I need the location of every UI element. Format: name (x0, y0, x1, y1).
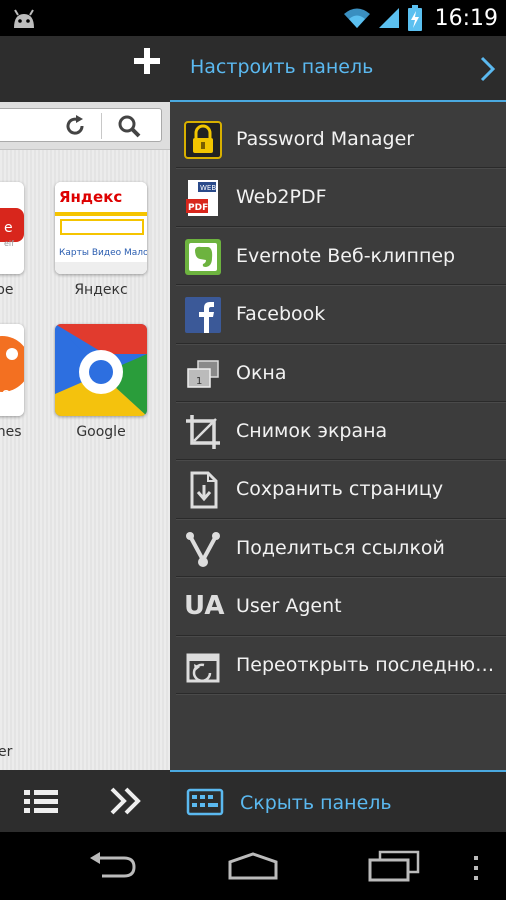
panel-item-user-agent[interactable]: UA User Agent (176, 577, 506, 636)
status-bar: 16:19 (0, 0, 506, 36)
search-icon[interactable] (117, 114, 141, 138)
signal-icon (378, 8, 399, 28)
panel-item-label: Окна (236, 361, 287, 384)
battery-charging-icon (407, 5, 422, 31)
speed-dial-tile-google[interactable] (55, 324, 147, 416)
crop-icon (186, 414, 220, 449)
overflow-menu-icon[interactable] (472, 854, 480, 882)
url-input[interactable] (0, 108, 162, 142)
google-logo-icon (55, 324, 147, 416)
customize-panel: Настроить панель Password Manager WEB PD… (170, 36, 506, 832)
speed-dial-fragment-label: er (0, 744, 13, 760)
tabs-list-icon[interactable] (24, 788, 60, 816)
panel-title: Настроить панель (190, 56, 374, 78)
panel-item-evernote[interactable]: Evernote Веб-клиппер (176, 227, 506, 286)
panel-item-save-page[interactable]: Сохранить страницу (176, 460, 506, 519)
panel-item-screenshot[interactable]: Снимок экрана (176, 402, 506, 461)
url-separator (101, 113, 102, 139)
games-tile-text: es (2, 386, 18, 400)
panel-item-windows[interactable]: 1 Окна (176, 344, 506, 402)
panel-item-label: Снимок экрана (236, 419, 388, 442)
speed-dial-label-yandex: Яндекс (74, 282, 128, 298)
system-nav-bar (0, 832, 506, 900)
home-icon[interactable] (226, 852, 280, 880)
panel-item-label: Facebook (236, 303, 326, 326)
android-icon (14, 9, 34, 28)
save-page-icon (190, 471, 218, 509)
youtube-logo-icon: e elf (0, 182, 24, 274)
svg-text:elf: elf (4, 239, 14, 248)
svg-text:PDF: PDF (188, 203, 208, 213)
user-agent-icon: UA (184, 591, 225, 622)
hide-panel-label: Скрыть панель (240, 792, 392, 814)
panel-item-label: Web2PDF (236, 186, 327, 209)
browser-view: e elf be Яндекс Карты Видео Мало Яндекс (0, 36, 170, 832)
web2pdf-icon: WEB PDF (186, 180, 218, 217)
panel-item-label: Сохранить страницу (236, 478, 444, 501)
panel-item-label: Переоткрыть последнюю... (236, 653, 506, 676)
yandex-links-text: Карты Видео Мало (59, 248, 147, 258)
speed-dial-tile-yandex[interactable]: Яндекс Карты Видео Мало (55, 182, 147, 274)
panel-item-label: Поделиться ссылкой (236, 536, 445, 559)
hide-panel-icon (186, 788, 224, 816)
browser-toolbar (0, 770, 170, 832)
share-icon (186, 531, 220, 567)
speed-dial: e elf be Яндекс Карты Видео Мало Яндекс (0, 150, 170, 770)
hide-panel-button[interactable]: Скрыть панель (170, 770, 506, 832)
browser-tab-bar (0, 36, 170, 102)
games-logo-icon (0, 324, 24, 416)
panel-item-password-manager[interactable]: Password Manager (176, 110, 506, 169)
panel-item-label: Evernote Веб-клиппер (236, 244, 456, 267)
wifi-icon (343, 8, 370, 28)
panel-header[interactable]: Настроить панель (170, 36, 506, 102)
lock-icon (184, 121, 222, 159)
speed-dial-label-games: mes (0, 424, 22, 440)
speed-dial-tile-youtube[interactable]: e elf (0, 182, 24, 274)
speed-dial-tile-games[interactable]: es (0, 324, 24, 416)
panel-item-reopen-last[interactable]: Переоткрыть последнюю... (176, 636, 506, 694)
address-bar (0, 102, 170, 150)
panel-item-label: User Agent (236, 595, 342, 618)
back-icon[interactable] (86, 852, 138, 880)
svg-text:WEB: WEB (200, 184, 216, 192)
reload-icon[interactable] (63, 114, 87, 138)
speed-dial-label-google: Google (76, 424, 126, 440)
panel-item-web2pdf[interactable]: WEB PDF Web2PDF (176, 168, 506, 227)
facebook-icon (185, 297, 221, 334)
status-time: 16:19 (434, 5, 498, 31)
svg-text:e: e (4, 220, 13, 236)
yandex-logo-text: Яндекс (59, 188, 123, 206)
svg-text:1: 1 (196, 376, 202, 387)
panel-item-share-link[interactable]: Поделиться ссылкой (176, 519, 506, 578)
chevron-right-icon[interactable] (480, 56, 496, 82)
speed-dial-label-youtube: be (0, 282, 14, 298)
panel-items-list: Password Manager WEB PDF Web2PDF Evernot… (176, 110, 506, 694)
new-tab-icon[interactable] (132, 46, 162, 76)
reopen-icon (186, 653, 220, 683)
panel-item-label: Password Manager (236, 128, 415, 150)
recent-apps-icon[interactable] (368, 850, 420, 882)
panel-item-facebook[interactable]: Facebook (176, 285, 506, 344)
forward-icon[interactable] (110, 786, 142, 816)
evernote-icon (185, 238, 221, 275)
windows-icon: 1 (187, 359, 219, 388)
